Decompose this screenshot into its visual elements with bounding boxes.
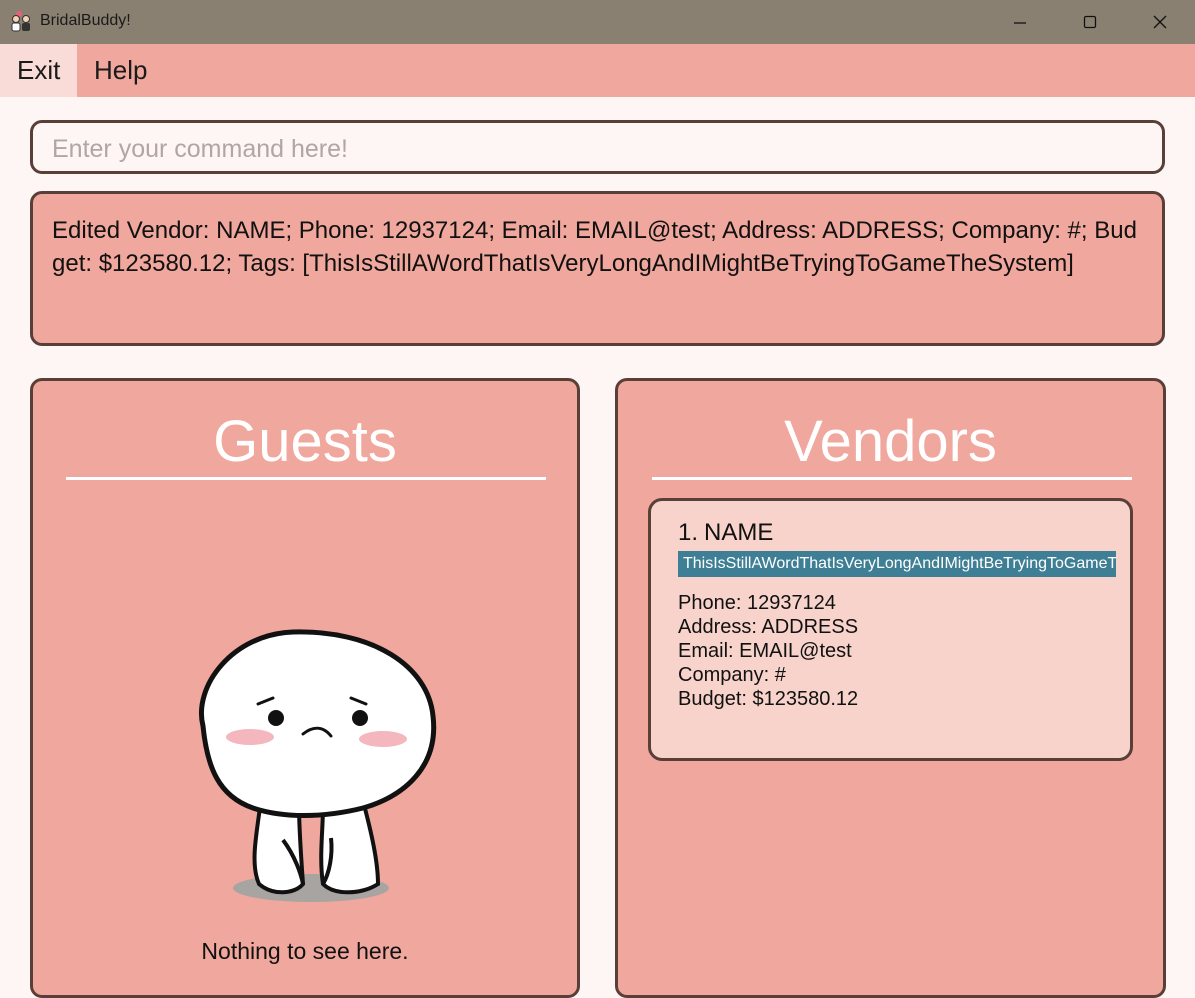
command-input[interactable] xyxy=(50,132,1134,166)
result-text: Edited Vendor: NAME; Phone: 12937124; Em… xyxy=(52,217,1137,277)
vendor-email: Email: EMAIL@test xyxy=(678,640,852,662)
title-bar: BridalBuddy! xyxy=(0,0,1195,44)
guests-divider xyxy=(66,477,546,480)
vendor-address: Address: ADDRESS xyxy=(678,616,859,638)
window-title: BridalBuddy! xyxy=(40,12,131,29)
close-button[interactable] xyxy=(1137,6,1183,38)
guests-panel: Guests Nothing to see here. xyxy=(30,378,580,998)
command-box xyxy=(30,120,1165,174)
vendor-company: Company: # xyxy=(678,664,786,686)
menu-help[interactable]: Help xyxy=(77,44,164,97)
guests-title: Guests xyxy=(213,409,397,474)
result-display: Edited Vendor: NAME; Phone: 12937124; Em… xyxy=(30,191,1165,346)
vendor-index: 1. xyxy=(678,519,699,546)
maximize-icon xyxy=(1083,15,1097,29)
minimize-icon xyxy=(1014,22,1026,24)
couple-icon xyxy=(10,10,34,32)
close-icon xyxy=(1153,15,1167,29)
vendor-budget: Budget: $123580.12 xyxy=(678,688,859,710)
vendors-panel: Vendors 1. NAME ThisIsStillAWordThatIsVer… xyxy=(615,378,1166,998)
menu-exit[interactable]: Exit xyxy=(0,44,77,97)
vendor-name: NAME xyxy=(704,519,774,546)
vendors-divider xyxy=(652,477,1132,480)
minimize-button[interactable] xyxy=(997,6,1043,38)
vendor-name-line: 1. NAME xyxy=(678,519,779,547)
vendor-details: Phone: 12937124 Address: ADDRESS Email: … xyxy=(678,591,858,711)
vendor-card[interactable]: 1. NAME ThisIsStillAWordThatIsVeryLongAnd… xyxy=(648,498,1133,761)
vendors-title: Vendors xyxy=(784,409,997,474)
menu-bar: Exit Help xyxy=(0,44,1195,97)
maximize-button[interactable] xyxy=(1067,6,1113,38)
guests-empty-text: Nothing to see here. xyxy=(201,938,409,964)
sad-mascot-icon xyxy=(199,629,437,902)
vendor-phone: Phone: 12937124 xyxy=(678,592,836,614)
vendor-tag: ThisIsStillAWordThatIsVeryLongAndIMightB… xyxy=(678,551,1116,577)
